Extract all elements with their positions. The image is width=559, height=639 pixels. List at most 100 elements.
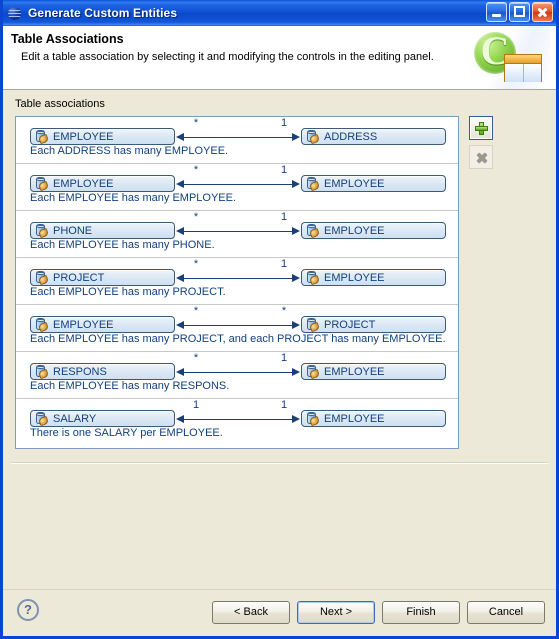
- database-table-icon: [35, 177, 50, 192]
- table-row[interactable]: EMPLOYEE * 1 EMPLOYEE Each EMPLOYEE has many…: [16, 164, 458, 211]
- database-table-icon: [35, 130, 50, 145]
- table-row[interactable]: EMPLOYEE * 1 ADDRESS Each ADDRESS has many E…: [16, 117, 458, 164]
- right-table-name: EMPLOYEE: [324, 365, 385, 378]
- association-diagram: EMPLOYEE * 1 ADDRESS: [16, 117, 458, 147]
- table-row[interactable]: PHONE * 1 EMPLOYEE Each EMPLOYEE has many PH…: [16, 211, 458, 258]
- right-table-name: EMPLOYEE: [324, 224, 385, 237]
- association-description: There is one SALARY per EMPLOYEE.: [30, 427, 223, 439]
- title-bar[interactable]: Generate Custom Entities: [3, 0, 556, 26]
- association-arrow: [176, 180, 300, 188]
- database-table-icon: [35, 318, 50, 333]
- association-arrow: [176, 321, 300, 329]
- database-table-icon: [306, 318, 321, 333]
- database-table-icon: [35, 365, 50, 380]
- left-multiplicity: *: [193, 258, 199, 270]
- right-table-box[interactable]: EMPLOYEE: [301, 410, 446, 427]
- left-table-name: RESPONS: [53, 365, 107, 378]
- table-row[interactable]: SALARY 1 1 EMPLOYEE There is one SALARY per …: [16, 399, 458, 446]
- association-description: Each EMPLOYEE has many PHONE.: [30, 239, 215, 251]
- left-table-name: PHONE: [53, 224, 93, 237]
- right-table-box[interactable]: EMPLOYEE: [301, 363, 446, 380]
- association-description: Each EMPLOYEE has many RESPONS.: [30, 380, 230, 392]
- table-grid-icon: [504, 54, 542, 82]
- left-table-box[interactable]: EMPLOYEE: [30, 128, 175, 145]
- next-button[interactable]: Next >: [297, 601, 375, 624]
- database-table-icon: [306, 177, 321, 192]
- left-table-name: SALARY: [53, 412, 97, 425]
- database-table-icon: [306, 130, 321, 145]
- association-diagram: SALARY 1 1 EMPLOYEE: [16, 399, 458, 429]
- left-table-name: EMPLOYEE: [53, 318, 114, 331]
- window-controls: [486, 2, 553, 22]
- right-multiplicity: *: [281, 305, 287, 317]
- window-title: Generate Custom Entities: [28, 6, 178, 20]
- right-multiplicity: 1: [280, 399, 288, 411]
- cancel-button[interactable]: Cancel: [467, 601, 545, 624]
- association-diagram: EMPLOYEE * * PROJECT: [16, 305, 458, 335]
- association-arrow: [176, 274, 300, 282]
- left-table-name: PROJECT: [53, 271, 105, 284]
- dialog-window: Generate Custom Entities Table Associati…: [0, 0, 559, 639]
- left-table-name: EMPLOYEE: [53, 130, 114, 143]
- left-table-box[interactable]: PROJECT: [30, 269, 175, 286]
- left-multiplicity: *: [193, 211, 199, 223]
- association-diagram: PHONE * 1 EMPLOYEE: [16, 211, 458, 241]
- right-table-box[interactable]: EMPLOYEE: [301, 269, 446, 286]
- association-diagram: PROJECT * 1 EMPLOYEE: [16, 258, 458, 288]
- right-multiplicity: 1: [280, 164, 288, 176]
- table-row[interactable]: PROJECT * 1 EMPLOYEE Each EMPLOYEE has many …: [16, 258, 458, 305]
- remove-association-button: [469, 145, 493, 169]
- left-multiplicity: *: [193, 117, 199, 129]
- left-multiplicity: 1: [192, 399, 200, 411]
- database-table-icon: [306, 412, 321, 427]
- add-association-button[interactable]: [469, 116, 493, 140]
- right-table-box[interactable]: EMPLOYEE: [301, 175, 446, 192]
- association-arrow: [176, 227, 300, 235]
- right-table-box[interactable]: PROJECT: [301, 316, 446, 333]
- maximize-button[interactable]: [509, 2, 530, 22]
- database-table-icon: [306, 365, 321, 380]
- left-multiplicity: *: [193, 305, 199, 317]
- right-multiplicity: 1: [280, 352, 288, 364]
- right-multiplicity: 1: [280, 211, 288, 223]
- right-table-name: EMPLOYEE: [324, 177, 385, 190]
- plus-icon: [475, 122, 488, 135]
- associations-list[interactable]: EMPLOYEE * 1 ADDRESS Each ADDRESS has many E…: [15, 116, 459, 449]
- table-associations-label: Table associations: [15, 98, 105, 110]
- right-table-box[interactable]: ADDRESS: [301, 128, 446, 145]
- association-arrow: [176, 133, 300, 141]
- database-table-icon: [35, 412, 50, 427]
- left-table-box[interactable]: RESPONS: [30, 363, 175, 380]
- help-icon[interactable]: ?: [17, 599, 39, 621]
- left-table-box[interactable]: EMPLOYEE: [30, 316, 175, 333]
- association-diagram: EMPLOYEE * 1 EMPLOYEE: [16, 164, 458, 194]
- left-table-box[interactable]: SALARY: [30, 410, 175, 427]
- association-description: Each ADDRESS has many EMPLOYEE.: [30, 145, 229, 157]
- right-table-name: EMPLOYEE: [324, 271, 385, 284]
- finish-button[interactable]: Finish: [382, 601, 460, 624]
- database-table-icon: [306, 224, 321, 239]
- left-multiplicity: *: [193, 164, 199, 176]
- left-table-box[interactable]: PHONE: [30, 222, 175, 239]
- database-table-icon: [35, 224, 50, 239]
- minimize-button[interactable]: [486, 2, 507, 22]
- left-table-box[interactable]: EMPLOYEE: [30, 175, 175, 192]
- association-description: Each EMPLOYEE has many PROJECT.: [30, 286, 226, 298]
- database-table-icon: [306, 271, 321, 286]
- association-description: Each EMPLOYEE has many EMPLOYEE.: [30, 192, 237, 204]
- association-toolbar: [469, 116, 495, 174]
- table-row[interactable]: EMPLOYEE * * PROJECT Each EMPLOYEE has many …: [16, 305, 458, 352]
- association-diagram: RESPONS * 1 EMPLOYEE: [16, 352, 458, 382]
- dialog-footer: ? < Back Next > Finish Cancel: [3, 589, 556, 636]
- close-x-icon: [476, 152, 488, 164]
- right-table-box[interactable]: EMPLOYEE: [301, 222, 446, 239]
- left-multiplicity: *: [193, 352, 199, 364]
- table-row[interactable]: RESPONS * 1 EMPLOYEE Each EMPLOYEE has many …: [16, 352, 458, 399]
- close-button[interactable]: [532, 2, 553, 22]
- globe-icon: [7, 5, 23, 21]
- association-arrow: [176, 415, 300, 423]
- left-table-name: EMPLOYEE: [53, 177, 114, 190]
- right-table-name: ADDRESS: [324, 130, 378, 143]
- back-button[interactable]: < Back: [212, 601, 290, 624]
- association-description: Each EMPLOYEE has many PROJECT, and each…: [30, 333, 446, 345]
